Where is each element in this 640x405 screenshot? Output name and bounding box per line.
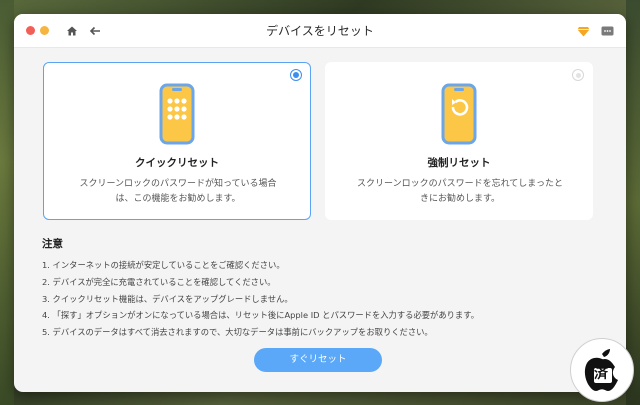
window-title: デバイスをリセット xyxy=(266,24,374,38)
notes-list: 1. インターネットの接続が安定していることをご確認ください。 2. デバイスが… xyxy=(42,257,602,341)
notes-heading: 注意 xyxy=(42,238,63,250)
phone-reset-icon xyxy=(441,83,477,145)
note-item: 1. インターネットの接続が安定していることをご確認ください。 xyxy=(42,260,285,270)
note-item: 3. クイックリセット機能は、デバイスをアップグレードしません。 xyxy=(42,293,293,304)
note-item: 2. デバイスが完全に充電されていることを確認してください。 xyxy=(42,276,276,287)
option-title: 強制リセット xyxy=(427,157,491,169)
phone-grid-icon xyxy=(159,83,195,145)
option-title: クイックリセット xyxy=(135,157,219,169)
option-radio-unselected[interactable] xyxy=(572,69,584,81)
desktop-background-left xyxy=(0,0,14,405)
reset-now-button[interactable]: すぐリセット xyxy=(254,348,382,372)
diamond-icon[interactable] xyxy=(575,23,591,39)
option-description: スクリーンロックのパスワードが知っている場合は、この機能をお勧めします。 xyxy=(79,179,277,204)
title-bar: デバイスをリセット xyxy=(14,14,626,48)
option-radio-selected[interactable] xyxy=(290,69,302,81)
note-item: 5. デバイスのデータはすべて消去されますので、大切なデータは事前にバックアップ… xyxy=(42,327,433,338)
option-card-quick-reset[interactable]: クイックリセット スクリーンロックのパスワードが知っている場合は、この機能をお勧… xyxy=(43,62,311,220)
option-card-force-reset[interactable]: 強制リセット スクリーンロックのパスワードを忘れてしまったときにお勧めします。 xyxy=(325,62,593,220)
feedback-icon[interactable] xyxy=(599,23,615,39)
watermark-text: 済 xyxy=(594,366,608,382)
watermark-badge: 済 xyxy=(570,338,634,402)
app-window: デバイスをリセット クイックリセット スクリーンロックのパスワードが知っている場… xyxy=(14,14,626,392)
note-item: 4. 「探す」オプションがオンになっている場合は、リセット後にApple ID … xyxy=(42,310,479,321)
option-description: スクリーンロックのパスワードを忘れてしまったときにお勧めします。 xyxy=(357,179,563,204)
